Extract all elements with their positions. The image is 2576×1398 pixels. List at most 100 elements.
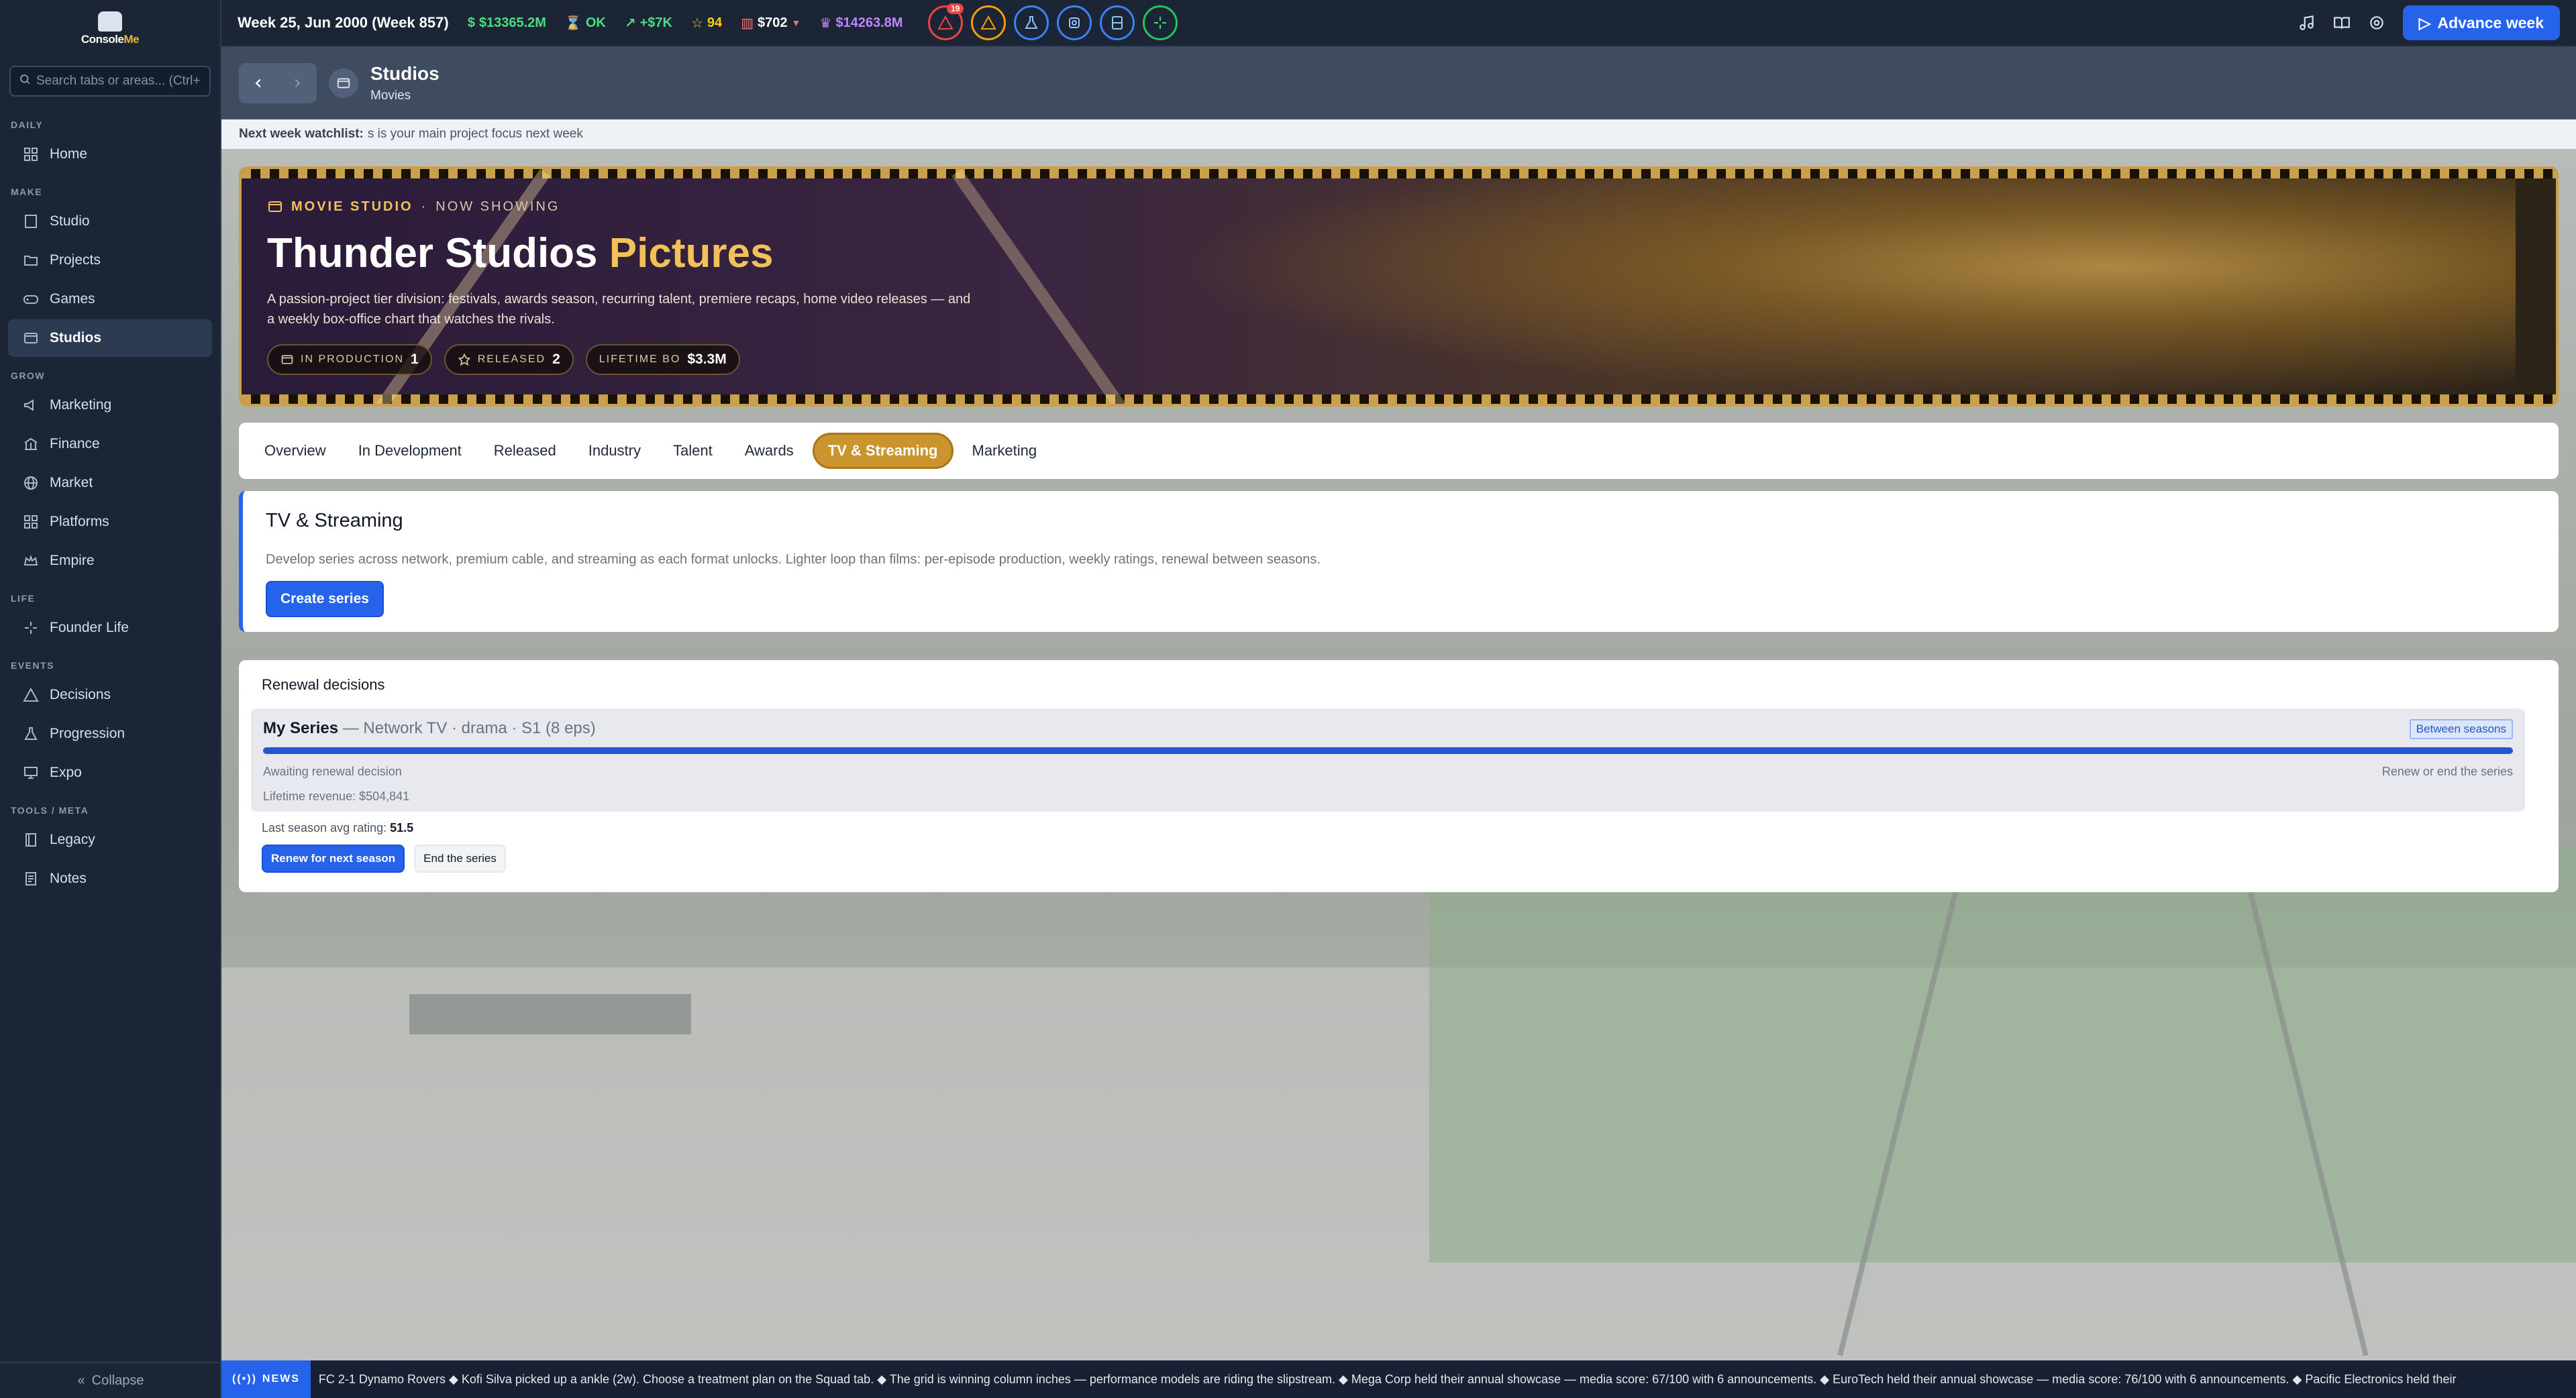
sidebar-item-label: Projects — [50, 252, 101, 268]
delta-stat: ↗ +$7K — [625, 15, 672, 32]
sidebar-item-decisions[interactable]: Decisions — [8, 676, 212, 714]
sidebar: ConsoleMe DAILY Home MAKE Studio Project… — [0, 0, 221, 1398]
warning-icon — [937, 15, 954, 30]
tv-streaming-title: TV & Streaming — [266, 510, 403, 531]
sidebar-item-studio[interactable]: Studio — [8, 203, 212, 240]
valuation-stat: ♛ $14263.8M — [819, 15, 903, 32]
app-logo[interactable]: ConsoleMe — [0, 0, 220, 58]
book-open-icon[interactable] — [2333, 14, 2351, 32]
spotlight-beam — [951, 169, 1154, 404]
sidebar-item-progression[interactable]: Progression — [8, 715, 212, 753]
renew-season-button[interactable]: Renew for next season — [262, 845, 405, 873]
gear-icon[interactable] — [2368, 14, 2385, 32]
page-header: Studios Movies — [221, 47, 2576, 119]
backdrop-stand — [409, 994, 691, 1034]
tab-talent[interactable]: Talent — [660, 433, 726, 469]
sidebar-item-studios[interactable]: Studios — [8, 319, 212, 357]
studio-stats: IN PRODUCTION 1 RELEASED 2 LIFETIME BO $… — [267, 344, 978, 375]
price-value: $702 — [758, 15, 788, 30]
sidebar-item-expo[interactable]: Expo — [8, 754, 212, 792]
tv-streaming-description: Develop series across network, premium c… — [266, 552, 1321, 567]
trend-up-icon: ↗ — [624, 15, 636, 31]
sparkle-icon — [1154, 17, 1167, 29]
sidebar-item-legacy[interactable]: Legacy — [8, 821, 212, 859]
broadcast-icon: ((•)) — [232, 1373, 257, 1385]
back-button[interactable] — [239, 63, 278, 103]
studio-name-main: Thunder Studios — [267, 230, 598, 276]
series-status: Awaiting renewal decision — [263, 765, 402, 778]
media-button[interactable] — [1100, 5, 1135, 40]
alert-count-badge: 19 — [947, 3, 964, 14]
sidebar-item-marketing[interactable]: Marketing — [8, 386, 212, 424]
status-value: OK — [585, 15, 606, 30]
film-strip-top — [242, 169, 2556, 178]
operations-button[interactable] — [1057, 5, 1092, 40]
sidebar-item-label: Expo — [50, 765, 82, 780]
film-icon — [268, 201, 282, 212]
megaphone-icon — [23, 397, 39, 413]
advance-week-button[interactable]: ▷ Advance week — [2402, 5, 2560, 40]
sidebar-item-finance[interactable]: Finance — [8, 425, 212, 463]
backdrop-green-screen — [1429, 847, 2576, 1262]
film-icon — [329, 68, 358, 98]
tab-tv-streaming[interactable]: TV & Streaming — [812, 433, 954, 469]
collapse-button[interactable]: « Collapse — [0, 1362, 221, 1398]
in-production-label: IN PRODUCTION — [301, 354, 404, 365]
nav-buttons — [239, 63, 317, 103]
sidebar-item-platforms[interactable]: Platforms — [8, 503, 212, 541]
price-stat: ▥ $702 ▼ — [741, 15, 801, 32]
top-bar: Week 25, Jun 2000 (Week 857) $ $13365.2M … — [221, 0, 2576, 47]
tab-awards[interactable]: Awards — [731, 433, 807, 469]
sidebar-item-empire[interactable]: Empire — [8, 542, 212, 580]
forward-button[interactable] — [278, 63, 317, 103]
series-progress-bar — [263, 747, 2513, 754]
tab-released[interactable]: Released — [480, 433, 570, 469]
sidebar-item-label: Studio — [50, 213, 90, 229]
tab-in-development[interactable]: In Development — [345, 433, 475, 469]
logo-text-accent: Me — [123, 33, 140, 46]
chevron-right-icon — [295, 78, 301, 88]
bank-icon — [23, 436, 39, 452]
monitor-icon — [23, 765, 39, 781]
studio-description: A passion-project tier division: festiva… — [267, 292, 971, 327]
tab-industry[interactable]: Industry — [575, 433, 654, 469]
sidebar-item-home[interactable]: Home — [8, 136, 212, 173]
sidebar-item-projects[interactable]: Projects — [8, 241, 212, 279]
section-label-events: EVENTS — [11, 660, 55, 671]
series-lifetime-revenue: Lifetime revenue: $504,841 — [263, 790, 410, 803]
research-button[interactable] — [1014, 5, 1049, 40]
sidebar-item-label: Market — [50, 475, 93, 490]
sidebar-item-label: Platforms — [50, 514, 109, 529]
delta-value: +$7K — [639, 15, 672, 30]
double-chevron-left-icon: « — [77, 1373, 85, 1388]
growth-button[interactable] — [1143, 5, 1178, 40]
sidebar-item-market[interactable]: Market — [8, 464, 212, 502]
sidebar-item-games[interactable]: Games — [8, 280, 212, 318]
collapse-label: Collapse — [91, 1373, 144, 1388]
page-subtitle: Movies — [370, 89, 411, 103]
warning-icon — [980, 15, 997, 30]
series-heading: My Series — Network TV · drama · S1 (8 e… — [263, 719, 2513, 738]
tab-marketing[interactable]: Marketing — [959, 433, 1051, 469]
advance-week-label: Advance week — [2437, 13, 2544, 32]
released-value: 2 — [552, 352, 560, 367]
avg-rating-label: Last season avg rating: — [262, 821, 387, 835]
play-icon: ▷ — [2418, 13, 2431, 32]
week-indicator: Week 25, Jun 2000 (Week 857) — [238, 14, 449, 31]
sidebar-item-notes[interactable]: Notes — [8, 860, 212, 898]
in-production-pill: IN PRODUCTION 1 — [267, 344, 432, 375]
alerts-button[interactable]: 19 — [928, 3, 964, 40]
end-series-button[interactable]: End the series — [414, 845, 506, 873]
music-icon[interactable] — [2298, 14, 2316, 32]
sidebar-item-label: Empire — [50, 553, 95, 568]
logo-text: Console — [81, 33, 124, 46]
reputation-value: 94 — [707, 15, 723, 30]
create-series-button[interactable]: Create series — [266, 581, 384, 617]
warnings-button[interactable] — [971, 5, 1007, 40]
search-input[interactable] — [36, 74, 201, 89]
tab-overview[interactable]: Overview — [251, 433, 340, 469]
sidebar-item-founder-life[interactable]: Founder Life — [8, 609, 212, 647]
search-icon — [19, 73, 31, 89]
film-icon — [23, 330, 39, 346]
news-tag: ((•)) NEWS — [221, 1360, 311, 1398]
